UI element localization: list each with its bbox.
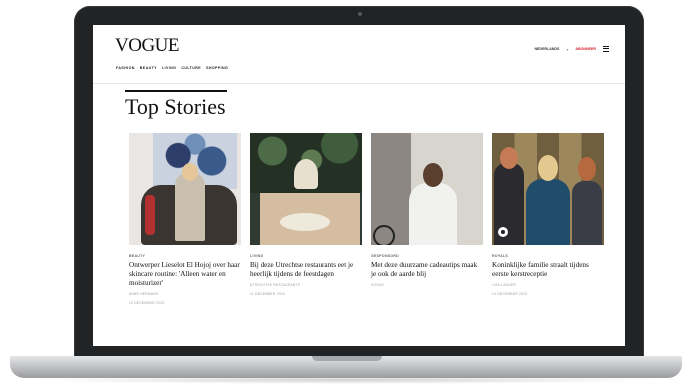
section-title: Top Stories [125,94,226,119]
story-card[interactable]: ROYALS Koninklijke familie straalt tijde… [492,133,604,306]
story-date: 14 DECEMBER 2023 [492,292,528,296]
laptop-screen: VOGUE FASHION BEAUTY LIVING CULTURE SHOP… [93,25,625,346]
story-author: UTRECHTSE RESTAURANTS [250,283,301,287]
story-card[interactable]: LIVING Bij deze Utrechtse restaurants ee… [250,133,362,306]
chevron-down-icon[interactable]: ▾ [566,47,568,52]
story-card[interactable]: BEAUTY Ontwerper Lieselot El Hojoj over … [129,133,241,306]
header-divider [93,83,625,84]
laptop-notch [312,356,382,361]
nav-item-living[interactable]: LIVING [162,66,176,70]
laptop-base [10,356,682,378]
story-image[interactable] [492,133,604,245]
story-title[interactable]: Ontwerper Lieselot El Hojoj over haar sk… [129,261,241,288]
nav-item-culture[interactable]: CULTURE [181,66,201,70]
camera-icon [358,12,362,16]
story-category[interactable]: BEAUTY [129,254,241,258]
story-date: 12 DECEMBER 2023 [129,301,165,305]
section-rule [125,90,227,92]
story-category[interactable]: GESPONSORD [371,254,483,258]
hamburger-icon[interactable] [603,46,609,52]
main-nav: FASHION BEAUTY LIVING CULTURE SHOPPING [116,66,228,70]
story-image[interactable] [371,133,483,245]
story-category[interactable]: LIVING [250,254,362,258]
header-actions: NEDERLANDS ▾ ABONNEER [534,46,609,52]
story-date: 11 DECEMBER 2023 [250,292,286,296]
story-image[interactable] [250,133,362,245]
story-author: LISA LANGER [492,283,517,287]
story-author: VOGUE [371,283,385,287]
story-title[interactable]: Bij deze Utrechtse restaurants eet je he… [250,261,362,279]
nav-item-shopping[interactable]: SHOPPING [206,66,228,70]
story-title[interactable]: Koninklijke familie straalt tijdens eers… [492,261,604,279]
nav-item-beauty[interactable]: BEAUTY [140,66,157,70]
language-selector[interactable]: NEDERLANDS [534,47,559,51]
nav-item-fashion[interactable]: FASHION [116,66,135,70]
story-title[interactable]: Met deze duurzame cadeautips maak je ook… [371,261,483,279]
story-card[interactable]: GESPONSORD Met deze duurzame cadeautips … [371,133,483,306]
story-image[interactable] [129,133,241,245]
story-category[interactable]: ROYALS [492,254,604,258]
story-author: ANNE HERMANS [129,292,159,296]
play-icon[interactable] [498,227,508,237]
story-grid: BEAUTY Ontwerper Lieselot El Hojoj over … [129,133,604,306]
subscribe-link[interactable]: ABONNEER [575,47,596,51]
site-logo[interactable]: VOGUE [115,35,180,57]
laptop-lid: VOGUE FASHION BEAUTY LIVING CULTURE SHOP… [74,6,644,360]
